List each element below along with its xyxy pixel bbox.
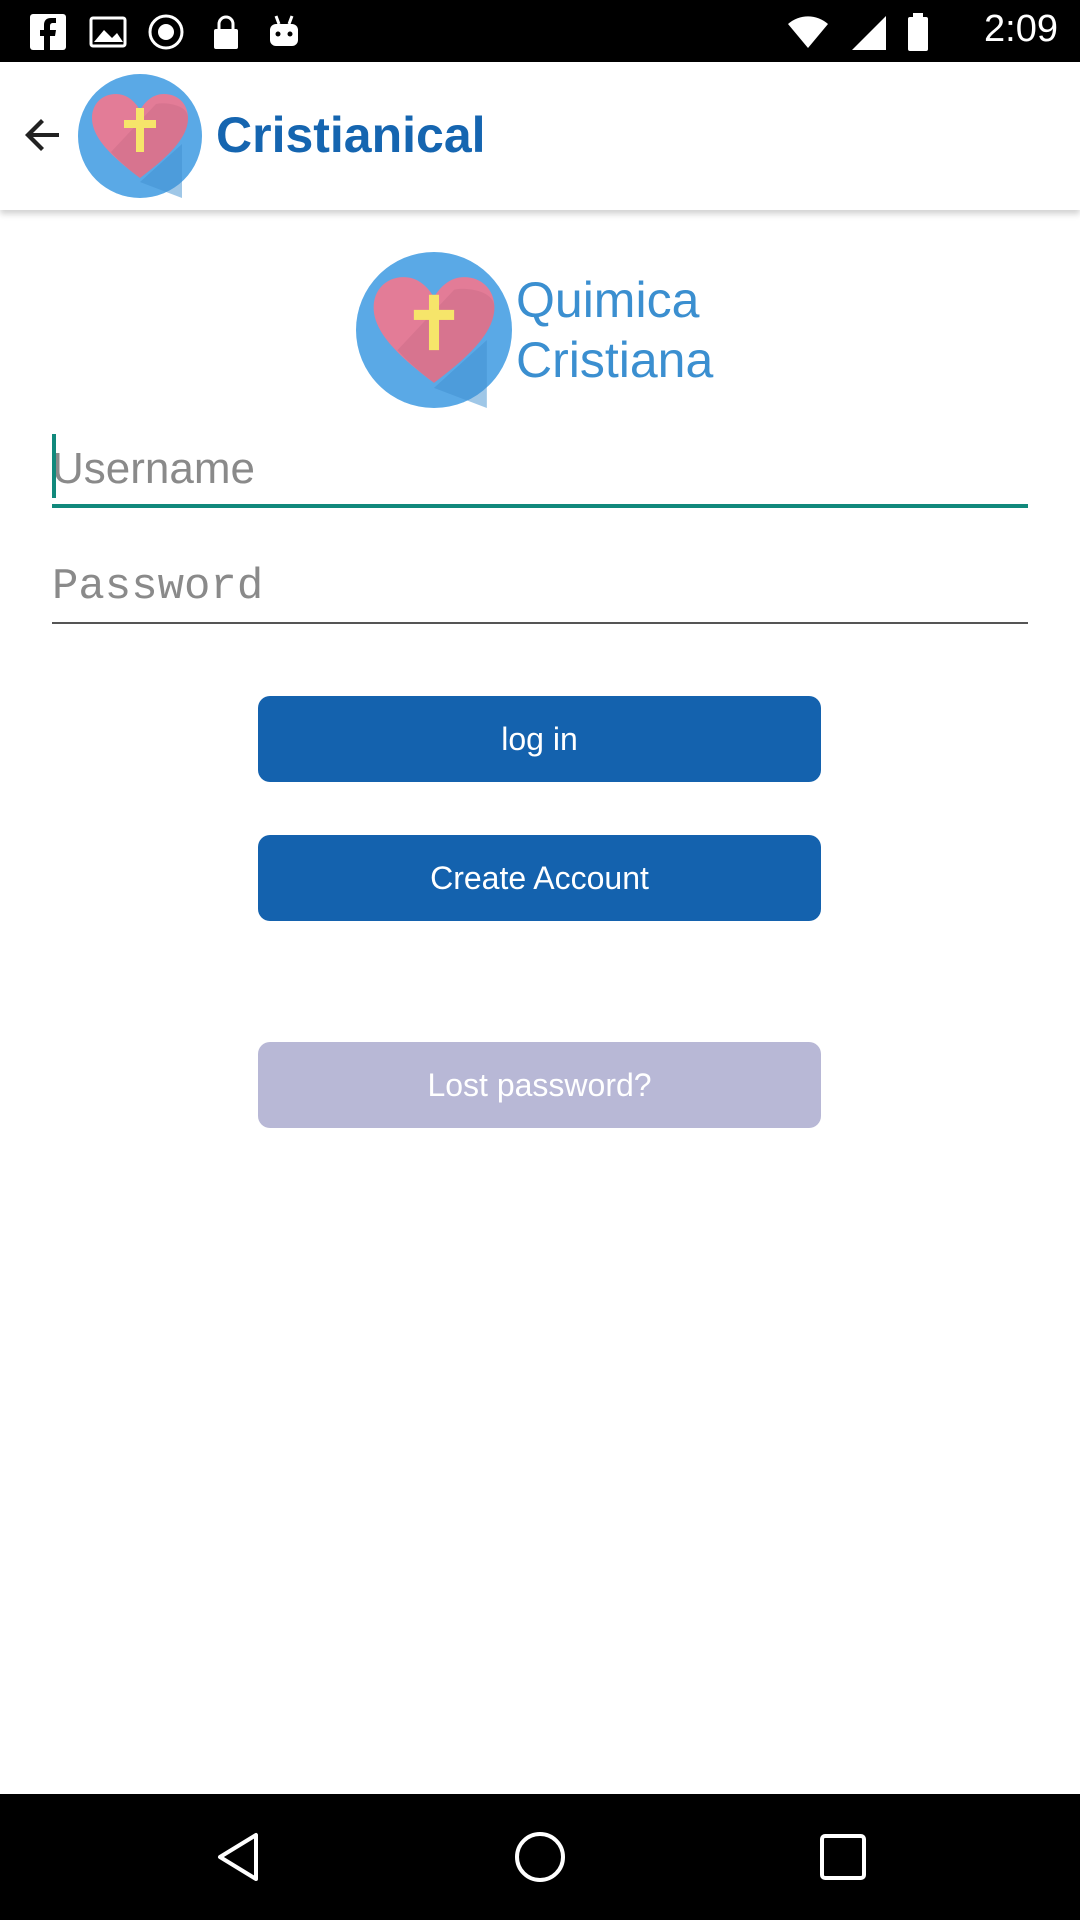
nav-recents-button[interactable] [808,1822,878,1892]
brand-line-2: Cristiana [516,332,714,388]
login-button[interactable]: log in [258,696,821,782]
app-bar: Cristianical [0,62,1080,210]
facebook-icon [30,14,66,50]
battery-icon [908,13,928,51]
password-input[interactable] [52,552,1028,624]
status-time: 2:09 [984,8,1058,50]
circle-icon [148,14,184,50]
back-button[interactable] [10,102,76,168]
nav-back-icon [218,1833,258,1881]
nav-home-icon [515,1832,565,1882]
nav-back-button[interactable] [205,1822,275,1892]
brand-logo-icon [356,252,512,408]
app-title: Cristianical [216,107,486,163]
navigation-bar [0,1794,1080,1920]
nav-recents-icon [820,1834,866,1880]
username-input[interactable] [52,434,1028,508]
lost-password-button[interactable]: Lost password? [258,1042,821,1128]
arrow-back-icon [25,119,59,151]
brand-line-1: Quimica [516,272,700,328]
system-icons [786,12,930,52]
text-cursor [52,434,56,498]
gallery-icon [89,16,127,48]
brand-text: Quimica Cristiana [516,270,713,390]
lock-icon [214,15,238,49]
nav-home-button[interactable] [505,1822,575,1892]
create-account-button[interactable]: Create Account [258,835,821,921]
android-icon [270,15,298,46]
app-logo-icon [78,74,202,198]
signal-icon [852,16,886,50]
status-bar: 2:09 [0,0,1080,62]
wifi-icon [788,16,828,48]
